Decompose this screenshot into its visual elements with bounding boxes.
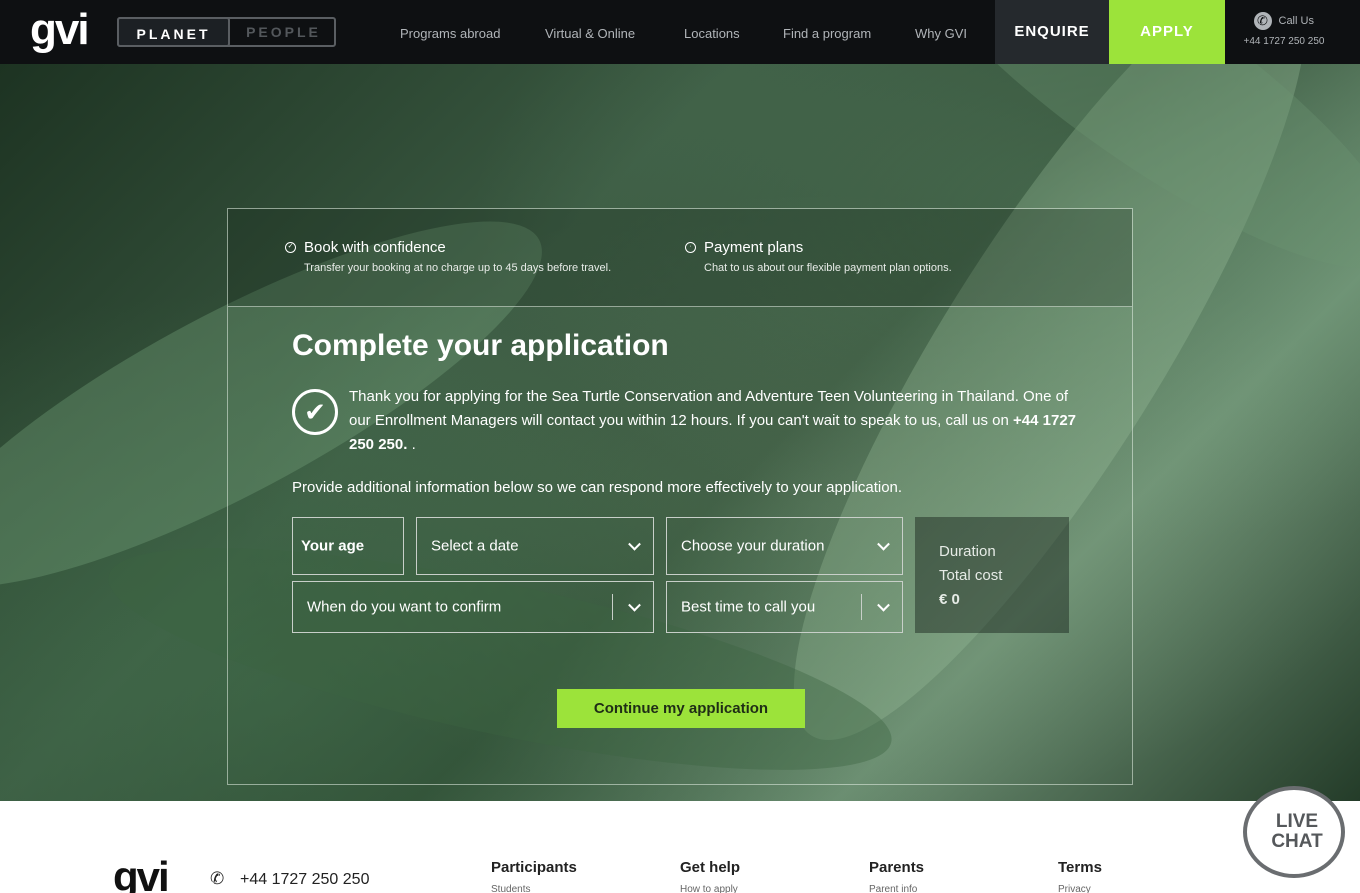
continue-application-button[interactable]: Continue my application (557, 689, 805, 728)
live-chat-line2: CHAT (1271, 831, 1323, 852)
footer-link[interactable]: Parent info (869, 884, 924, 893)
thank-you-message: Thank you for applying for the Sea Turtl… (349, 385, 1079, 457)
chevron-down-icon (628, 537, 641, 551)
footer-col-terms: Terms Privacy (1058, 859, 1102, 893)
footer-logo[interactable]: gvi (113, 856, 170, 893)
footer-col-participants: Participants Students (491, 859, 577, 893)
application-card: ✓ Book with confidence Transfer your boo… (227, 208, 1133, 785)
duration-select-value: Choose your duration (681, 537, 825, 555)
age-input[interactable]: Your age (292, 517, 404, 575)
date-select[interactable]: Select a date (416, 517, 654, 575)
call-time-value: Best time to call you (681, 598, 816, 616)
total-cost-label: Total cost (939, 567, 1003, 584)
footer-link[interactable]: How to apply (680, 884, 740, 893)
footer-phone-number: +44 1727 250 250 (240, 871, 370, 888)
footer-heading: Parents (869, 859, 925, 876)
select-separator (861, 594, 862, 620)
call-us-label: Call Us (1278, 15, 1314, 27)
page-title: Complete your application (292, 329, 669, 362)
top-navbar: gvi PLANET PEOPLE Programs abroad Virtua… (0, 0, 1360, 64)
nav-locations[interactable]: Locations (684, 26, 740, 41)
footer-link[interactable]: Privacy (1058, 884, 1102, 893)
duration-select[interactable]: Choose your duration (666, 517, 903, 575)
nav-why-gvi[interactable]: Why GVI (915, 26, 967, 41)
footer-heading: Terms (1058, 859, 1102, 876)
shield-check-icon: ✓ (285, 242, 296, 253)
phone-icon: ✆ (210, 869, 225, 888)
toggle-people[interactable]: PEOPLE (231, 17, 336, 47)
phone-icon (1254, 12, 1273, 30)
age-placeholder: Your age (301, 537, 365, 555)
live-chat-label: LIVE CHAT (1262, 812, 1332, 852)
chevron-down-icon (877, 598, 890, 612)
duration-label: Duration (939, 543, 996, 560)
provide-info-text: Provide additional information below so … (292, 479, 903, 496)
nav-programs-abroad[interactable]: Programs abroad (400, 26, 500, 41)
footer: gvi ✆ +44 1727 250 250 Participants Stude… (0, 801, 1360, 893)
enquire-button[interactable]: ENQUIRE (995, 0, 1109, 64)
nav-virtual-online[interactable]: Virtual & Online (545, 26, 635, 41)
nav-find-program[interactable]: Find a program (783, 26, 871, 41)
gvi-logo[interactable]: gvi (30, 8, 92, 56)
thank-you-tail: . (411, 436, 416, 453)
apply-button[interactable]: APPLY (1109, 0, 1225, 64)
footer-col-parents: Parents Parent info (869, 859, 924, 893)
perks-bar: ✓ Book with confidence Transfer your boo… (228, 209, 1132, 307)
hero-background: ✓ Book with confidence Transfer your boo… (0, 64, 1360, 801)
footer-link[interactable]: Students (491, 884, 577, 893)
footer-heading: Get help (680, 859, 741, 876)
checkmark-circle-icon: ✔ (292, 389, 338, 435)
call-time-select[interactable]: Best time to call you (666, 581, 903, 633)
cost-summary: Duration Total cost € 0 (915, 517, 1069, 633)
call-us[interactable]: Call Us +44 1727 250 250 (1230, 12, 1338, 47)
confirm-timing-select[interactable]: When do you want to confirm (292, 581, 654, 633)
toggle-planet[interactable]: PLANET (117, 17, 230, 47)
live-chat-button[interactable]: LIVE CHAT (1240, 784, 1348, 884)
clock-icon: · (685, 242, 696, 253)
total-cost-value: € 0 (939, 591, 960, 608)
perk-title: Payment plans (704, 239, 804, 256)
date-select-value: Select a date (431, 537, 519, 555)
chevron-down-icon (628, 598, 641, 612)
planet-people-toggle[interactable]: PLANET PEOPLE (117, 17, 336, 47)
select-separator (612, 594, 613, 620)
thank-you-text: Thank you for applying for the Sea Turtl… (349, 388, 1069, 429)
perk-title: Book with confidence (304, 239, 446, 256)
confirm-timing-value: When do you want to confirm (307, 598, 502, 616)
call-us-number: +44 1727 250 250 (1243, 36, 1325, 48)
footer-heading: Participants (491, 859, 577, 876)
chevron-down-icon (877, 537, 890, 551)
perk-subtitle: Transfer your booking at no charge up to… (304, 262, 612, 274)
footer-col-get-help: Get help How to apply (680, 859, 740, 893)
perk-subtitle: Chat to us about our flexible payment pl… (704, 262, 952, 274)
footer-phone[interactable]: ✆ +44 1727 250 250 (210, 869, 369, 889)
live-chat-line1: LIVE (1275, 811, 1319, 832)
